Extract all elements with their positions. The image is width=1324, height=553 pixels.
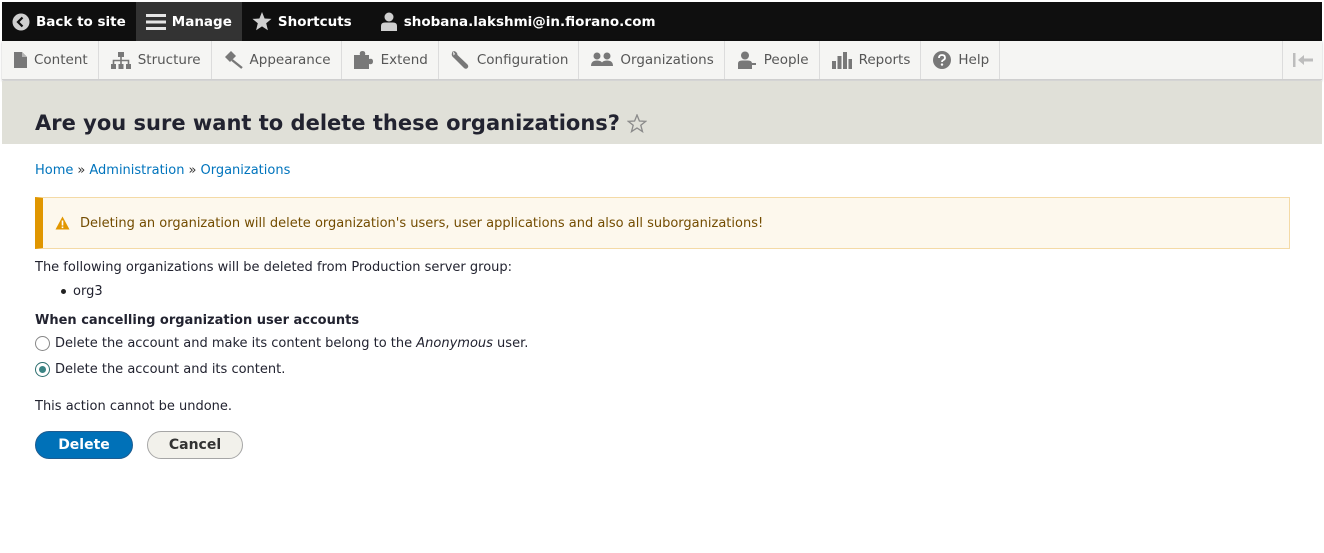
tray-item-label: Help: [958, 52, 990, 68]
back-to-site-label: Back to site: [36, 13, 126, 30]
tray-item-label: Reports: [858, 52, 911, 68]
intro-text: The following organizations will be dele…: [35, 260, 513, 275]
radio-label: Delete the account and make its content …: [55, 336, 529, 351]
sitemap-icon: [110, 51, 131, 69]
tray-item-label: Content: [34, 52, 88, 68]
tray-item-label: Appearance: [249, 52, 331, 68]
person-icon: [737, 51, 756, 69]
breadcrumb: Home» Administration» Organizations: [35, 163, 290, 178]
tray-item-appearance[interactable]: Appearance: [212, 41, 342, 79]
user-tab[interactable]: shobana.lakshmi@in.fiorano.com: [362, 2, 666, 41]
shortcuts-label: Shortcuts: [277, 13, 352, 30]
puzzle-icon: [353, 51, 373, 69]
breadcrumb-organizations[interactable]: Organizations: [200, 163, 290, 178]
admin-tray: Content Structure Appearance Extend Conf…: [2, 41, 1322, 80]
undone-notice: This action cannot be undone.: [35, 399, 233, 414]
people-group-icon: [591, 52, 614, 66]
warning-message: Deleting an organization will delete org…: [35, 197, 1290, 249]
shortcut-star-icon[interactable]: [626, 113, 647, 133]
fieldset-title: When cancelling organization user accoun…: [35, 313, 360, 328]
org-list-item: org3: [61, 284, 103, 299]
wrench-icon: [451, 51, 469, 69]
page-title: Are you sure want to delete these organi…: [35, 111, 647, 135]
help-icon: [933, 51, 952, 69]
star-icon: [252, 12, 272, 31]
back-arrow-icon: [12, 13, 30, 30]
tray-item-content[interactable]: Content: [2, 41, 99, 79]
hamburger-icon: [145, 13, 166, 30]
radio-option-delete-content[interactable]: Delete the account and its content.: [35, 362, 285, 377]
radio-option-anonymous[interactable]: Delete the account and make its content …: [35, 336, 528, 351]
tray-item-people[interactable]: People: [725, 41, 820, 79]
tray-item-reports[interactable]: Reports: [820, 41, 922, 79]
tray-orientation-toggle[interactable]: [1282, 41, 1322, 79]
manage-label: Manage: [171, 13, 232, 30]
cancel-button[interactable]: Cancel: [147, 431, 243, 459]
tray-item-configuration[interactable]: Configuration: [439, 41, 580, 79]
paintbrush-icon: [224, 51, 243, 69]
shortcuts-tab[interactable]: Shortcuts: [242, 2, 362, 41]
page-header: Are you sure want to delete these organi…: [2, 81, 1322, 144]
admin-toolbar: Back to site Manage Shortcuts shobana.la…: [2, 2, 1322, 41]
page-title-text: Are you sure want to delete these organi…: [35, 111, 620, 135]
collapse-left-icon: [1292, 53, 1313, 67]
breadcrumb-home[interactable]: Home: [35, 163, 73, 178]
tray-item-label: Organizations: [620, 52, 714, 68]
tray-item-label: People: [763, 52, 809, 68]
page-icon: [14, 52, 27, 68]
breadcrumb-administration[interactable]: Administration: [89, 163, 184, 178]
user-icon: [380, 12, 397, 31]
bar-chart-icon: [831, 51, 852, 69]
warning-text: Deleting an organization will delete org…: [80, 215, 764, 231]
tray-item-structure[interactable]: Structure: [99, 41, 212, 79]
tray-item-organizations[interactable]: Organizations: [579, 41, 725, 79]
tray-item-extend[interactable]: Extend: [342, 41, 439, 79]
back-to-site-link[interactable]: Back to site: [2, 2, 136, 41]
radio-label: Delete the account and its content.: [55, 362, 286, 377]
breadcrumb-separator: »: [77, 163, 86, 178]
radio-button[interactable]: [35, 336, 50, 351]
tray-item-label: Extend: [380, 52, 428, 68]
delete-button[interactable]: Delete: [35, 431, 133, 459]
org-list: org3: [61, 284, 103, 299]
tray-item-label: Structure: [137, 52, 201, 68]
user-label: shobana.lakshmi@in.fiorano.com: [403, 13, 656, 30]
tray-item-label: Configuration: [476, 52, 569, 68]
warning-icon: [55, 216, 70, 230]
manage-tab[interactable]: Manage: [135, 2, 242, 41]
breadcrumb-separator: »: [188, 163, 197, 178]
tray-item-help[interactable]: Help: [921, 41, 1001, 79]
radio-button-selected[interactable]: [35, 362, 50, 377]
